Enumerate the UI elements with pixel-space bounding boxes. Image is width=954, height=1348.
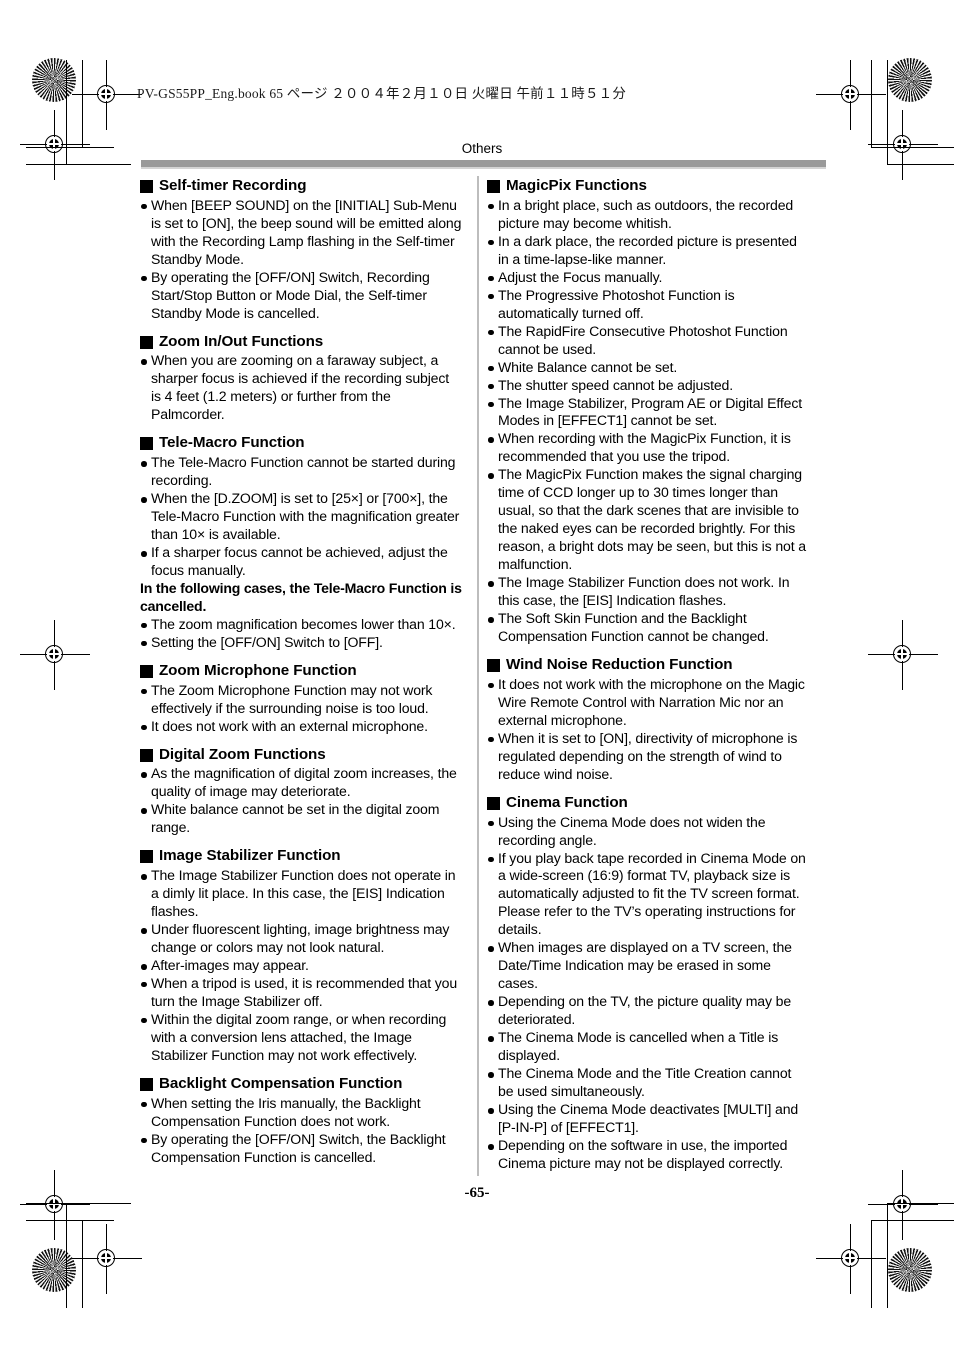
list-item: The MagicPix Function makes the signal c… <box>487 466 809 574</box>
black-square-bullet-icon <box>140 1077 153 1091</box>
list-item: By operating the [OFF/ON] Switch, Record… <box>140 269 462 323</box>
list-item: After-images may appear. <box>140 957 462 975</box>
list-item: When it is set to [ON], directivity of m… <box>487 730 809 784</box>
list-item: Adjust the Focus manually. <box>487 269 809 287</box>
bullet-list-cinema-function: Using the Cinema Mode does not widen the… <box>487 814 809 1173</box>
list-item: Within the digital zoom range, or when r… <box>140 1011 462 1065</box>
list-item: The Cinema Mode is cancelled when a Titl… <box>487 1029 809 1065</box>
list-item: When a tripod is used, it is recommended… <box>140 975 462 1011</box>
bullet-list-self-timer-recording: When [BEEP SOUND] on the [INITIAL] Sub-M… <box>140 197 462 323</box>
section-heading-wind-noise-reduction-function: Wind Noise Reduction Function <box>487 656 809 675</box>
black-square-bullet-icon <box>140 437 153 451</box>
list-item: Depending on the TV, the picture quality… <box>487 993 809 1029</box>
list-item: The Zoom Microphone Function may not wor… <box>140 682 462 718</box>
black-square-bullet-icon <box>140 664 153 678</box>
bullet-list-zoom-microphone-function: The Zoom Microphone Function may not wor… <box>140 682 462 736</box>
header-rule-shadow <box>141 167 826 169</box>
bullet-list-wind-noise-reduction-function: It does not work with the microphone on … <box>487 676 809 784</box>
section-heading-self-timer-recording: Self-timer Recording <box>140 177 462 196</box>
section-heading-backlight-compensation-function: Backlight Compensation Function <box>140 1075 462 1094</box>
list-item: Using the Cinema Mode does not widen the… <box>487 814 809 850</box>
book-file-header: PV-GS55PP_Eng.book 65 ページ ２００４年２月１０日 火曜日… <box>137 86 627 101</box>
bullet-list-tele-macro-cancel-cases: The zoom magnification becomes lower tha… <box>140 616 462 652</box>
section-heading-digital-zoom-functions: Digital Zoom Functions <box>140 746 462 765</box>
list-item: The shutter speed cannot be adjusted. <box>487 377 809 395</box>
list-item: It does not work with the microphone on … <box>487 676 809 730</box>
list-item: The Progressive Photoshot Function is au… <box>487 287 809 323</box>
black-square-bullet-icon <box>140 179 153 193</box>
list-item: The Tele-Macro Function cannot be starte… <box>140 454 462 490</box>
list-item: In a bright place, such as outdoors, the… <box>487 197 809 233</box>
list-item: White Balance cannot be set. <box>487 359 809 377</box>
list-item: Using the Cinema Mode deactivates [MULTI… <box>487 1101 809 1137</box>
list-item: Setting the [OFF/ON] Switch to [OFF]. <box>140 634 462 652</box>
black-square-bullet-icon <box>487 658 500 672</box>
registration-mark-right-middle <box>868 620 938 690</box>
bullet-list-zoom-in-out-functions: When you are zooming on a faraway subjec… <box>140 352 462 424</box>
bullet-list-tele-macro-function: The Tele-Macro Function cannot be starte… <box>140 454 462 580</box>
bullet-list-magicpix-functions: In a bright place, such as outdoors, the… <box>487 197 809 646</box>
black-square-bullet-icon <box>487 179 500 193</box>
list-item: When you are zooming on a faraway subjec… <box>140 352 462 424</box>
list-item: The RapidFire Consecutive Photoshot Func… <box>487 323 809 359</box>
list-item: If a sharper focus cannot be achieved, a… <box>140 544 462 580</box>
crop-mark-top-left <box>26 60 156 190</box>
black-square-bullet-icon <box>140 748 153 762</box>
bullet-list-backlight-compensation-function: When setting the Iris manually, the Back… <box>140 1095 462 1167</box>
page-number: -65- <box>464 1185 490 1201</box>
section-heading-zoom-microphone-function: Zoom Microphone Function <box>140 662 462 681</box>
header-rule <box>141 160 826 167</box>
list-item: When images are displayed on a TV screen… <box>487 939 809 993</box>
list-item: If you play back tape recorded in Cinema… <box>487 850 809 940</box>
column-divider <box>477 176 479 1176</box>
list-item: When [BEEP SOUND] on the [INITIAL] Sub-M… <box>140 197 462 269</box>
running-head: Others <box>461 141 503 156</box>
list-item: By operating the [OFF/ON] Switch, the Ba… <box>140 1131 462 1167</box>
black-square-bullet-icon <box>140 850 153 864</box>
black-square-bullet-icon <box>140 335 153 349</box>
list-item: As the magnification of digital zoom inc… <box>140 765 462 801</box>
crop-mark-top-right <box>798 60 954 190</box>
left-column: Self-timer Recording When [BEEP SOUND] o… <box>140 177 462 1167</box>
list-item: Under fluorescent lighting, image bright… <box>140 921 462 957</box>
black-square-bullet-icon <box>487 796 500 810</box>
list-item: In a dark place, the recorded picture is… <box>487 233 809 269</box>
section-heading-tele-macro-function: Tele-Macro Function <box>140 434 462 453</box>
list-item: The Soft Skin Function and the Backlight… <box>487 610 809 646</box>
tele-macro-cancel-note: In the following cases, the Tele-Macro F… <box>140 579 462 614</box>
section-heading-image-stabilizer-function: Image Stabilizer Function <box>140 847 462 866</box>
list-item: When setting the Iris manually, the Back… <box>140 1095 462 1131</box>
list-item: The Image Stabilizer Function does not o… <box>140 867 462 921</box>
list-item: When recording with the MagicPix Functio… <box>487 430 809 466</box>
bullet-list-digital-zoom-functions: As the magnification of digital zoom inc… <box>140 765 462 837</box>
list-item: When the [D.ZOOM] is set to [25×] or [70… <box>140 490 462 544</box>
document-page: PV-GS55PP_Eng.book 65 ページ ２００４年２月１０日 火曜日… <box>0 0 954 1348</box>
section-heading-magicpix-functions: MagicPix Functions <box>487 177 809 196</box>
section-heading-zoom-in-out-functions: Zoom In/Out Functions <box>140 333 462 352</box>
list-item: White balance cannot be set in the digit… <box>140 801 462 837</box>
registration-mark-left-middle <box>20 620 90 690</box>
list-item: The Image Stabilizer, Program AE or Digi… <box>487 395 809 431</box>
list-item: It does not work with an external microp… <box>140 718 462 736</box>
list-item: The zoom magnification becomes lower tha… <box>140 616 462 634</box>
bullet-list-image-stabilizer-function: The Image Stabilizer Function does not o… <box>140 867 462 1065</box>
list-item: The Image Stabilizer Function does not w… <box>487 574 809 610</box>
section-heading-cinema-function: Cinema Function <box>487 794 809 813</box>
right-column: MagicPix Functions In a bright place, su… <box>487 177 809 1173</box>
list-item: Depending on the software in use, the im… <box>487 1137 809 1173</box>
list-item: The Cinema Mode and the Title Creation c… <box>487 1065 809 1101</box>
